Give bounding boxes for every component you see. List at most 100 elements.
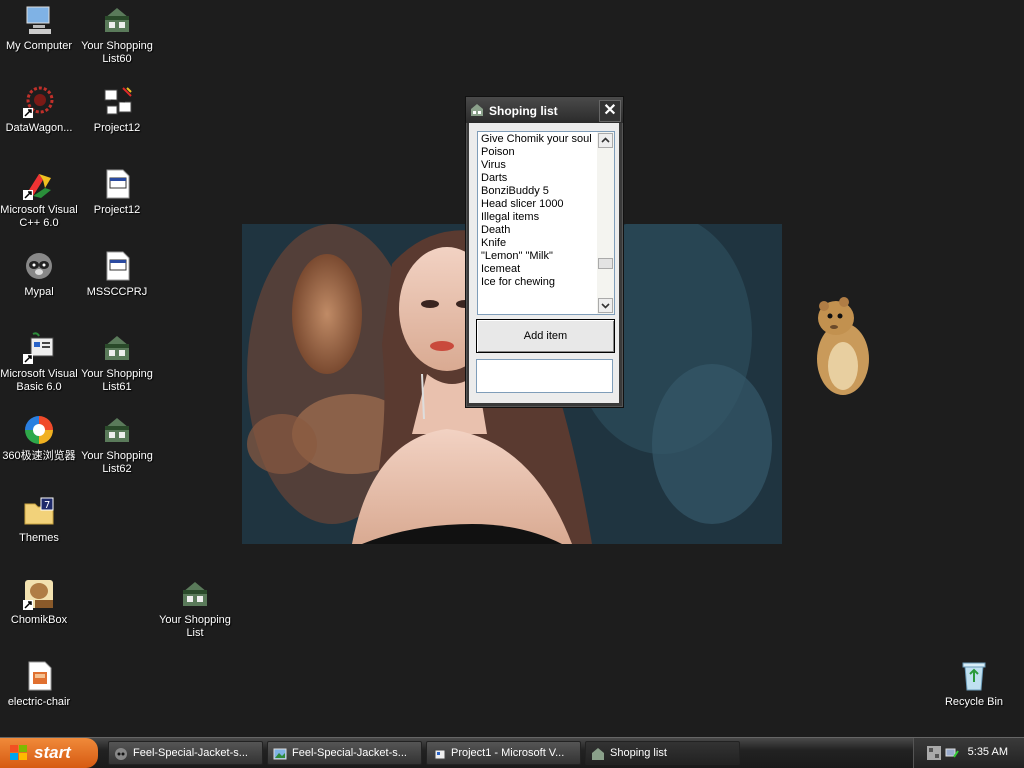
desktop-icon-label: My Computer: [5, 40, 73, 52]
desktop-icon-project12-b[interactable]: Project12: [78, 168, 156, 217]
scroll-thumb[interactable]: [598, 258, 613, 269]
datawagon-icon: [23, 86, 55, 118]
shopping-list-icon: [591, 747, 605, 761]
list-item[interactable]: Poison: [481, 146, 593, 159]
desktop-icon-shopping-list-61[interactable]: Your Shopping List61: [78, 332, 156, 394]
shopping-list-icon: [101, 4, 133, 36]
chomikbox-icon: [23, 578, 55, 610]
desktop-icon-360-browser[interactable]: 360极速浏览器: [0, 414, 78, 463]
shopping-list-window[interactable]: Shoping list ✕ Give Chomik your soul Poi…: [465, 96, 624, 408]
window-client-area: Give Chomik your soul Poison Virus Darts…: [469, 123, 619, 403]
shopping-list-icon: [101, 414, 133, 446]
desktop-icon-shopping-list-60[interactable]: Your Shopping List60: [78, 4, 156, 66]
list-item[interactable]: "Lemon" "Milk": [481, 250, 593, 263]
list-item[interactable]: Give Chomik your soul: [481, 133, 593, 146]
app-icon: [470, 103, 484, 117]
desktop-icon-label: Your Shopping List62: [81, 450, 153, 475]
taskbar-item-feel-special-2[interactable]: Feel-Special-Jacket-s...: [267, 741, 422, 765]
desktop-icon-label: DataWagon...: [5, 122, 73, 134]
desktop-icon-label: Recycle Bin: [944, 696, 1004, 708]
list-item[interactable]: Ice for chewing: [481, 276, 593, 289]
chevron-up-icon: [601, 137, 610, 143]
computer-icon: [23, 4, 55, 36]
desktop-icon-themes[interactable]: 7 Themes: [0, 496, 78, 545]
desktop-icon-label: Themes: [19, 532, 59, 544]
desktop-icon-label: Project12: [93, 122, 141, 134]
item-input[interactable]: [476, 359, 613, 393]
shopping-list-icon: [179, 578, 211, 610]
taskbar-item-feel-special-1[interactable]: Feel-Special-Jacket-s...: [108, 741, 263, 765]
tray-app-icon[interactable]: [926, 745, 942, 761]
taskbar-item-project1[interactable]: Project1 - Microsoft V...: [426, 741, 581, 765]
window-titlebar[interactable]: Shoping list ✕: [466, 97, 623, 123]
list-item[interactable]: Death: [481, 224, 593, 237]
raccoon-icon: [114, 747, 128, 761]
recycle-bin-icon: [958, 660, 990, 692]
image-viewer-icon: [273, 747, 287, 761]
svg-text:7: 7: [44, 500, 50, 511]
scroll-down-button[interactable]: [598, 298, 613, 313]
desktop-icon-label: Mypal: [24, 286, 54, 298]
close-icon: ✕: [603, 102, 617, 119]
desktop-icon-label: Your Shopping List60: [81, 40, 153, 65]
taskbar-item-label: Shoping list: [610, 747, 667, 759]
shopping-list-icon: [101, 332, 133, 364]
list-item[interactable]: Illegal items: [481, 211, 593, 224]
visual-basic-icon: [23, 332, 55, 364]
desktop-icon-shopping-list-62[interactable]: Your Shopping List62: [78, 414, 156, 476]
taskbar-item-label: Feel-Special-Jacket-s...: [292, 747, 407, 759]
desktop-icon-mssccprj[interactable]: MSSCCPRJ: [78, 250, 156, 299]
raccoon-icon: [23, 250, 55, 282]
list-item[interactable]: BonziBuddy 5: [481, 185, 593, 198]
window-title: Shoping list: [489, 104, 558, 118]
chevron-down-icon: [601, 303, 610, 309]
windows-logo-icon: [10, 745, 28, 761]
clock: 5:35 AM: [967, 746, 1008, 758]
list-item[interactable]: Virus: [481, 159, 593, 172]
document-icon: [23, 660, 55, 692]
desktop-icon-project12-a[interactable]: Project12: [78, 86, 156, 135]
taskbar: start Feel-Special-Jacket-s... Feel-Spec…: [0, 737, 1024, 768]
taskbar-item-shoping-list[interactable]: Shoping list: [585, 741, 740, 765]
close-button[interactable]: ✕: [599, 100, 621, 122]
vertical-scrollbar[interactable]: [597, 132, 614, 314]
hamster-character[interactable]: [808, 294, 878, 398]
list-items: Give Chomik your soul Poison Virus Darts…: [481, 133, 593, 289]
list-item[interactable]: Knife: [481, 237, 593, 250]
desktop-icon-mypal[interactable]: Mypal: [0, 250, 78, 299]
desktop-icon-label: Project12: [93, 204, 141, 216]
desktop-icon-recycle-bin[interactable]: Recycle Bin: [935, 660, 1013, 709]
desktop-icon-label: MSSCCPRJ: [86, 286, 148, 298]
desktop-icon-msvb[interactable]: Microsoft Visual Basic 6.0: [0, 332, 78, 394]
list-item[interactable]: Icemeat: [481, 263, 593, 276]
list-item[interactable]: Darts: [481, 172, 593, 185]
start-label: start: [34, 743, 71, 762]
add-item-button[interactable]: Add item: [476, 319, 615, 353]
desktop-icon-label: Microsoft Visual Basic 6.0: [0, 368, 78, 393]
taskbar-item-label: Project1 - Microsoft V...: [451, 747, 565, 759]
network-icon[interactable]: [944, 745, 960, 761]
desktop-icon-label: ChomikBox: [10, 614, 68, 626]
vb-file-icon: [101, 250, 133, 282]
project-network-icon: [101, 86, 133, 118]
visual-basic-icon: [432, 747, 446, 761]
shopping-listbox[interactable]: Give Chomik your soul Poison Virus Darts…: [477, 131, 615, 315]
system-tray: 5:35 AM: [913, 738, 1024, 768]
desktop-icon-electric-chair[interactable]: electric-chair: [0, 660, 78, 709]
themes-folder-icon: 7: [23, 496, 55, 528]
desktop-icon-chomikbox[interactable]: ChomikBox: [0, 578, 78, 627]
desktop-icon-label: Your Shopping List: [159, 614, 231, 639]
list-item[interactable]: Head slicer 1000: [481, 198, 593, 211]
desktop-icon-shopping-list[interactable]: Your Shopping List: [156, 578, 234, 640]
taskbar-item-label: Feel-Special-Jacket-s...: [133, 747, 248, 759]
desktop-icon-label: 360极速浏览器: [2, 450, 76, 462]
hamster-icon: [817, 297, 869, 395]
visual-cpp-icon: [23, 168, 55, 200]
desktop-icon-label: Microsoft Visual C++ 6.0: [0, 204, 78, 229]
start-button[interactable]: start: [0, 738, 98, 768]
desktop-icon-label: Your Shopping List61: [81, 368, 153, 393]
desktop-icon-datawagon[interactable]: DataWagon...: [0, 86, 78, 135]
desktop-icon-msvc[interactable]: Microsoft Visual C++ 6.0: [0, 168, 78, 230]
desktop-icon-my-computer[interactable]: My Computer: [0, 4, 78, 53]
scroll-up-button[interactable]: [598, 133, 613, 148]
